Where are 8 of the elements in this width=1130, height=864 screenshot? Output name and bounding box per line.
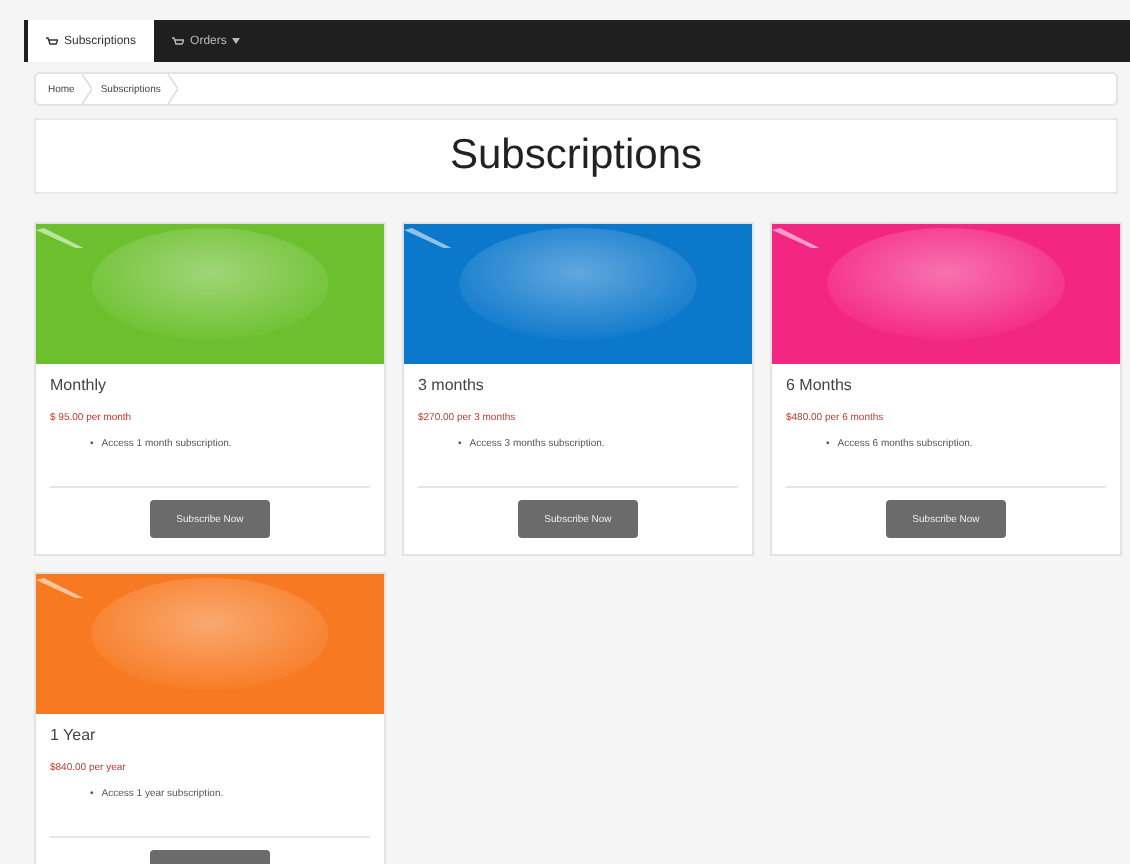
plan-title: 1 Year	[50, 726, 98, 744]
page-title: Subscriptions	[449, 132, 703, 180]
plan-title: Monthly	[50, 376, 109, 394]
cart-icon	[46, 35, 58, 47]
plan-title: 6 Months	[786, 376, 854, 394]
plan-title: 3 months	[418, 376, 486, 394]
caret-icon	[232, 38, 241, 44]
cart-icon	[172, 35, 185, 47]
